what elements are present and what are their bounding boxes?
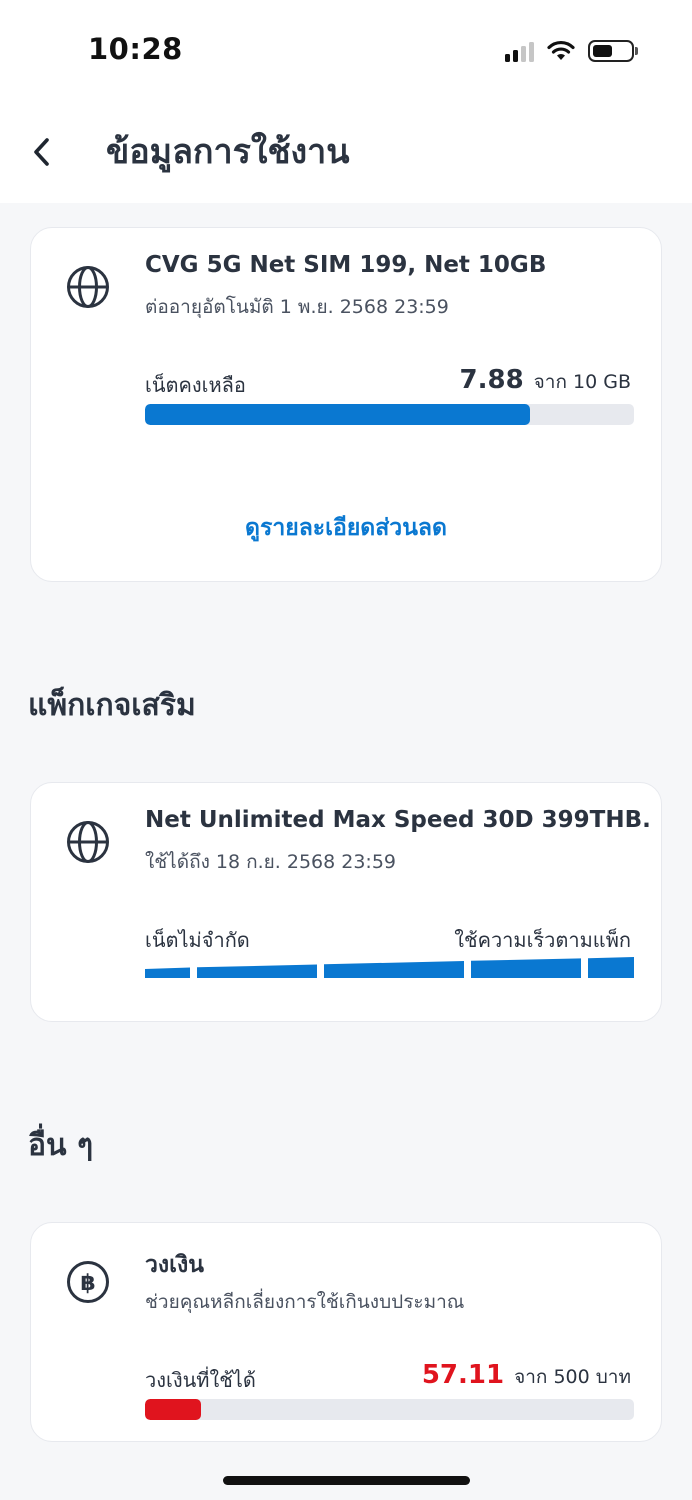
addon-package-card: Net Unlimited Max Speed 30D 399THB. ใช้ไ…	[30, 782, 662, 1022]
credit-progress-fill	[145, 1399, 201, 1420]
globe-icon	[67, 821, 109, 863]
status-time: 10:28	[88, 32, 183, 66]
speed-label: ใช้ความเร็วตามแพ็ก	[454, 924, 631, 956]
package-name: CVG 5G Net SIM 199, Net 10GB	[145, 252, 547, 278]
credit-progress-bar	[145, 1399, 634, 1420]
speed-label-text: ใช้ความเร็วตามแพ็ก	[454, 928, 631, 952]
addons-heading: แพ็กเกจเสริม	[28, 688, 196, 723]
remaining-label: เน็ตคงเหลือ	[145, 373, 246, 397]
available-credit-amount: 57.11 จาก 500 บาท	[422, 1360, 631, 1392]
remaining-progress-fill	[145, 404, 531, 425]
available-credit-total: จาก 500 บาท	[514, 1366, 631, 1388]
cellular-signal-icon	[505, 40, 534, 62]
remaining-progress-bar	[145, 404, 634, 425]
credit-limit-description: ช่วยคุณหลีกเลี่ยงการใช้เกินงบประมาณ	[145, 1291, 465, 1313]
back-button[interactable]	[22, 130, 62, 174]
wifi-icon	[547, 40, 575, 60]
remaining-amount: 7.88 จาก 10 GB	[460, 365, 631, 397]
baht-icon: ฿	[67, 1261, 109, 1303]
credit-limit-card[interactable]: ฿ วงเงิน ช่วยคุณหลีกเลี่ยงการใช้เกินงบปร…	[30, 1222, 662, 1442]
credit-limit-title: วงเงิน	[145, 1252, 204, 1278]
chevron-left-icon	[34, 138, 49, 166]
available-credit-label: วงเงินที่ใช้ได้	[145, 1368, 256, 1392]
renewal-date: ต่ออายุอัตโนมัติ 1 พ.ย. 2568 23:59	[145, 296, 449, 318]
battery-icon	[588, 40, 638, 62]
view-discount-details-link[interactable]: ดูรายละเอียดส่วนลด	[31, 510, 661, 546]
main-package-card: CVG 5G Net SIM 199, Net 10GB ต่ออายุอัตโ…	[30, 227, 662, 582]
unlimited-label: เน็ตไม่จำกัด	[145, 928, 250, 952]
status-icons	[505, 36, 638, 66]
home-indicator	[223, 1476, 470, 1485]
addon-valid-until: ใช้ได้ถึง 18 ก.ย. 2568 23:59	[145, 851, 397, 873]
others-heading: อื่น ๆ	[28, 1128, 94, 1163]
svg-text:฿: ฿	[80, 1271, 95, 1296]
remaining-value: 7.88	[459, 365, 524, 395]
addon-name: Net Unlimited Max Speed 30D 399THB.	[145, 807, 651, 833]
globe-icon	[67, 266, 109, 308]
available-credit-value: 57.11	[421, 1360, 505, 1390]
unlimited-bar-icon	[145, 957, 634, 978]
remaining-total: จาก 10 GB	[533, 371, 631, 393]
header-area: 10:28 ข้อมูลการใช้งาน	[0, 0, 692, 203]
page-title: ข้อมูลการใช้งาน	[106, 132, 350, 172]
